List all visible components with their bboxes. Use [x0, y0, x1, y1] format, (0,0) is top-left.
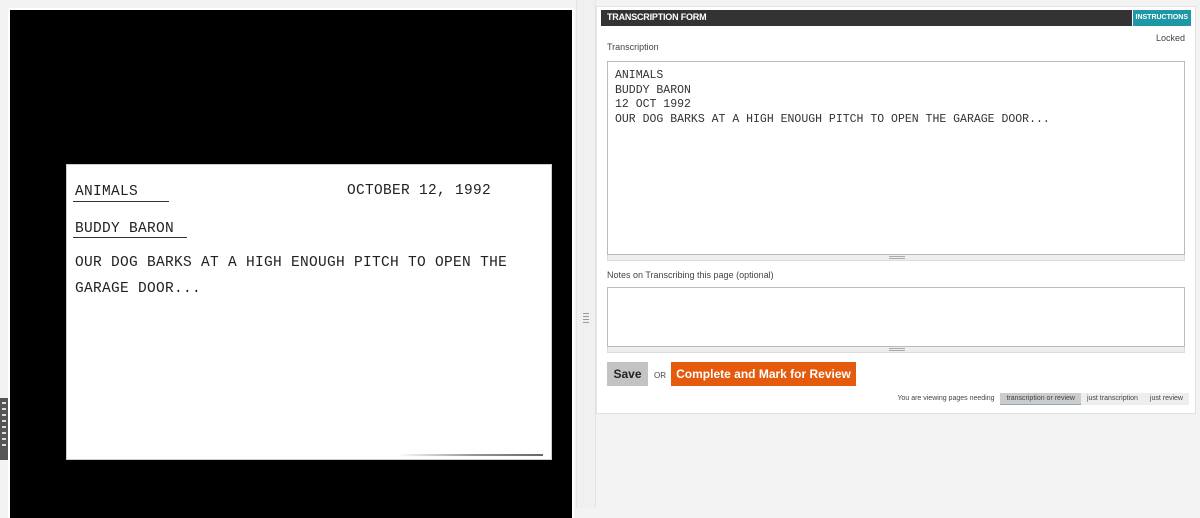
filter-transcription-or-review[interactable]: transcription or review	[1000, 393, 1081, 405]
save-button[interactable]: Save	[607, 362, 648, 386]
panel-splitter[interactable]	[576, 0, 596, 508]
card-author: BUDDY BARON	[75, 221, 175, 237]
form-header: TRANSCRIPTION FORM INSTRUCTIONS	[601, 10, 1191, 26]
or-label: OR	[654, 371, 666, 380]
notes-label: Notes on Transcribing this page (optiona…	[607, 270, 774, 280]
card-date: OCTOBER 12, 1992	[347, 183, 492, 199]
signature-line	[397, 454, 543, 456]
grip-icon	[583, 313, 589, 325]
complete-review-button[interactable]: Complete and Mark for Review	[671, 362, 856, 386]
filter-prefix: You are viewing pages needing	[897, 395, 995, 402]
notes-textarea[interactable]	[607, 287, 1185, 347]
card-text-line-2: GARAGE DOOR...	[75, 281, 202, 297]
transcription-textarea[interactable]: ANIMALS BUDDY BARON 12 OCT 1992 OUR DOG …	[607, 61, 1185, 255]
transcription-resize-handle[interactable]	[607, 255, 1185, 261]
instructions-button[interactable]: INSTRUCTIONS	[1131, 10, 1191, 26]
image-viewer[interactable]: ANIMALS OCTOBER 12, 1992 BUDDY BARON OUR…	[8, 8, 574, 518]
transcription-form: TRANSCRIPTION FORM INSTRUCTIONS Locked T…	[596, 6, 1196, 414]
filter-just-review[interactable]: just review	[1143, 393, 1189, 405]
side-tab-handle[interactable]	[0, 398, 8, 460]
lock-status: Locked	[1155, 33, 1185, 43]
underline	[73, 201, 169, 202]
notes-resize-handle[interactable]	[607, 347, 1185, 353]
underline	[73, 237, 187, 238]
card-text-line-1: OUR DOG BARKS AT A HIGH ENOUGH PITCH TO …	[75, 255, 508, 271]
form-title: TRANSCRIPTION FORM	[607, 12, 707, 22]
card-category: ANIMALS	[75, 184, 139, 200]
document-card-image: ANIMALS OCTOBER 12, 1992 BUDDY BARON OUR…	[66, 164, 552, 460]
viewer-canvas[interactable]: ANIMALS OCTOBER 12, 1992 BUDDY BARON OUR…	[10, 10, 572, 518]
transcription-label: Transcription	[607, 42, 659, 52]
page-filter: You are viewing pages needing transcript…	[891, 393, 1189, 405]
filter-just-transcription[interactable]: just transcription	[1080, 393, 1144, 405]
